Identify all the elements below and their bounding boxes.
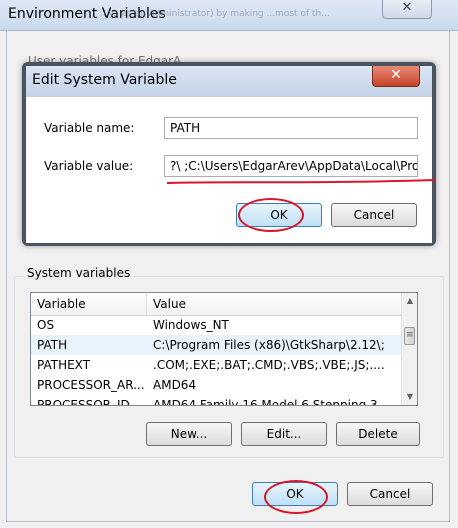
variable-value-input[interactable]: ?\ ;C:\Users\EdgarArev\AppData\Local\Pro… [164, 155, 418, 177]
row-value: C:\Program Files (x86)\GtkSharp\2.12\; [153, 338, 385, 352]
system-variables-list[interactable]: Variable Value OS Windows_NT PATH C:\Pro… [30, 292, 418, 406]
row-variable: PROCESSOR_AR... [37, 378, 145, 392]
obscured-background-text: ...ys as an Administrator) by making ...… [100, 9, 330, 19]
outer-close-button[interactable]: ✕ [382, 0, 432, 19]
annotation-circle-ok [264, 480, 328, 514]
table-row[interactable]: PROCESSOR_AR... AMD64 [31, 375, 401, 395]
row-value: .COM;.EXE;.BAT;.CMD;.VBS;.VBE;.JS;.... [153, 358, 385, 372]
delete-button[interactable]: Delete [336, 422, 420, 446]
row-value: AMD64 [153, 378, 197, 392]
edit-button[interactable]: Edit... [241, 422, 327, 446]
table-row[interactable]: PROCESSOR_ID... AMD64 Family 16 Model 6 … [31, 395, 401, 406]
row-variable: OS [37, 318, 55, 332]
close-icon: ✕ [390, 67, 402, 83]
system-variables-label: System variables [24, 266, 134, 280]
table-row[interactable]: PATHEXT .COM;.EXE;.BAT;.CMD;.VBS;.VBE;.J… [31, 355, 401, 375]
edit-system-variable-dialog: Edit System Variable ✕ Variable name: PA… [22, 62, 436, 246]
dialog-title: Edit System Variable [32, 72, 177, 88]
list-header: Variable Value [31, 293, 401, 316]
variable-value-label: Variable value: [44, 159, 134, 173]
dialog-cancel-button[interactable]: Cancel [331, 203, 417, 227]
scroll-up-icon[interactable]: ▲ [402, 293, 417, 309]
column-header-variable[interactable]: Variable [31, 293, 147, 315]
row-variable: PATH [37, 338, 68, 352]
column-header-value[interactable]: Value [147, 293, 401, 315]
variable-name-input[interactable]: PATH [164, 117, 418, 139]
scroll-down-icon[interactable]: ▼ [402, 389, 417, 405]
table-row-selected[interactable]: PATH C:\Program Files (x86)\GtkSharp\2.1… [31, 335, 401, 355]
row-variable: PROCESSOR_ID... [37, 398, 142, 406]
close-icon: ✕ [401, 0, 413, 15]
dialog-close-button[interactable]: ✕ [372, 66, 420, 87]
annotation-underline [166, 179, 436, 184]
row-value: AMD64 Family 16 Model 6 Stepping 3... [153, 398, 390, 406]
row-value: Windows_NT [153, 318, 229, 332]
vertical-scrollbar[interactable]: ▲ ≡ ▼ [401, 293, 417, 405]
annotation-circle-dialog-ok [238, 198, 304, 232]
dialog-content: Variable name: PATH Variable value: ?\ ;… [26, 96, 432, 243]
table-row[interactable]: OS Windows_NT [31, 315, 401, 335]
cancel-button[interactable]: Cancel [347, 482, 433, 506]
new-button[interactable]: New... [146, 422, 232, 446]
grip-icon: ≡ [406, 330, 414, 340]
variable-name-label: Variable name: [44, 121, 135, 135]
row-variable: PATHEXT [37, 358, 91, 372]
dialog-titlebar: Edit System Variable ✕ [26, 66, 432, 96]
scroll-thumb[interactable]: ≡ [404, 327, 415, 345]
